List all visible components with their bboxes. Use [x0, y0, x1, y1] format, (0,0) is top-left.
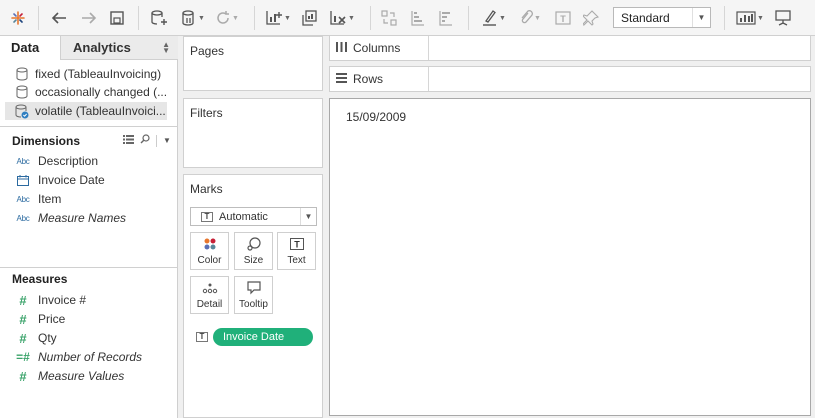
datasource-label: volatile (TableauInvoici... — [35, 104, 166, 118]
number-type-icon: # — [19, 330, 27, 346]
filters-card[interactable]: Filters — [183, 98, 323, 168]
tab-data[interactable]: Data — [0, 36, 61, 60]
detail-button[interactable]: Detail — [190, 276, 229, 314]
pages-title: Pages — [190, 44, 225, 58]
detail-icon — [202, 279, 218, 297]
database-active-icon — [15, 104, 29, 118]
database-icon — [16, 67, 28, 81]
dimensions-title: Dimensions — [12, 134, 81, 148]
undo-icon[interactable] — [48, 6, 70, 30]
text-mark-icon: T — [201, 211, 213, 222]
chevron-down-icon[interactable]: ▼ — [163, 136, 171, 145]
sort-ascending-icon[interactable] — [406, 6, 428, 30]
datasource-item-selected[interactable]: volatile (TableauInvoici... — [5, 102, 167, 120]
measure-field[interactable]: # Price — [14, 310, 65, 328]
dimension-field[interactable]: Invoice Date — [14, 171, 105, 189]
pages-card[interactable]: Pages — [183, 36, 323, 91]
redo-icon[interactable] — [78, 6, 100, 30]
swap-icon[interactable] — [378, 6, 400, 30]
show-labels-icon[interactable]: T — [552, 6, 574, 30]
rows-icon — [336, 72, 347, 86]
list-view-icon[interactable] — [123, 134, 134, 147]
data-pane: Data Analytics ▲ ▼ fixed (TableauInvoicin… — [0, 36, 178, 418]
measure-field[interactable]: # Measure Values — [14, 367, 124, 385]
measure-field[interactable]: # Invoice # — [14, 291, 86, 309]
mark-type-select[interactable]: T Automatic ▼ — [190, 207, 317, 226]
svg-text:T: T — [294, 240, 300, 250]
invoice-date-pill[interactable]: Invoice Date — [213, 327, 313, 346]
calendar-icon — [14, 174, 32, 186]
save-icon[interactable] — [107, 6, 127, 30]
duplicate-sheet-icon[interactable] — [298, 6, 320, 30]
datasource-label: occasionally changed (... — [35, 85, 167, 99]
new-datasource-icon[interactable] — [148, 6, 170, 30]
filters-title: Filters — [190, 106, 223, 120]
highlight-icon[interactable]: ▼ — [478, 6, 510, 30]
number-type-icon: # — [19, 368, 27, 384]
new-worksheet-icon[interactable]: ▼ — [262, 6, 294, 30]
marks-title: Marks — [190, 182, 223, 196]
measure-field[interactable]: # Qty — [14, 329, 56, 347]
number-type-icon: # — [19, 311, 27, 327]
color-button[interactable]: Color — [190, 232, 229, 270]
text-icon: T — [289, 235, 304, 253]
size-icon — [246, 235, 262, 253]
marks-field-row: T Invoice Date — [196, 327, 313, 346]
string-type-icon: Abc — [16, 156, 30, 166]
rows-label: Rows — [353, 72, 384, 86]
chevron-updown-icon: ▲ ▼ — [162, 40, 170, 55]
columns-shelf[interactable]: Columns — [329, 35, 811, 61]
size-button[interactable]: Size — [234, 232, 273, 270]
chevron-down-icon: ▼ — [300, 208, 316, 225]
tooltip-button[interactable]: Tooltip — [234, 276, 273, 314]
chevron-down-icon: ▼ — [692, 8, 710, 27]
measures-title: Measures — [12, 272, 68, 286]
dimension-field[interactable]: Abc Item — [14, 190, 62, 208]
columns-label: Columns — [353, 41, 401, 55]
tab-analytics-label: Analytics — [73, 40, 131, 55]
sort-descending-icon[interactable] — [434, 6, 456, 30]
measure-field[interactable]: =# Number of Records — [14, 348, 142, 366]
datasource-item[interactable]: occasionally changed (... — [5, 83, 167, 101]
columns-icon — [336, 41, 347, 55]
fix-axes-icon[interactable] — [580, 6, 602, 30]
fit-mode-value: Standard — [621, 10, 670, 25]
refresh-icon[interactable]: ▼ — [214, 6, 240, 30]
toolbar: ▼ ▼ ▼ ▼ ▼ ▼ T Standard ▼ ▼ — [0, 0, 815, 36]
mark-type-value: Automatic — [219, 210, 268, 223]
dimension-field[interactable]: Abc Description — [14, 152, 98, 170]
tableau-logo-icon[interactable] — [8, 6, 28, 30]
datasource-label: fixed (TableauInvoicing) — [35, 67, 162, 81]
pane-tabs: Data Analytics ▲ ▼ — [0, 36, 178, 60]
search-icon[interactable] — [140, 134, 150, 147]
worksheet-view[interactable]: 15/09/2009 — [329, 98, 811, 416]
pause-updates-icon[interactable]: ▼ — [178, 6, 208, 30]
string-type-icon: Abc — [16, 213, 30, 223]
show-me-icon[interactable]: ▼ — [734, 6, 766, 30]
view-mark-text[interactable]: 15/09/2009 — [346, 110, 406, 124]
svg-text:T: T — [560, 14, 566, 24]
rows-shelf[interactable]: Rows — [329, 66, 811, 92]
datasource-item[interactable]: fixed (TableauInvoicing) — [5, 65, 167, 83]
text-mark-icon: T — [196, 331, 208, 342]
text-button[interactable]: T Text — [277, 232, 316, 270]
string-type-icon: Abc — [16, 194, 30, 204]
presentation-icon[interactable] — [772, 6, 794, 30]
fit-mode-select[interactable]: Standard ▼ — [613, 7, 711, 28]
group-icon[interactable]: ▼ — [514, 6, 546, 30]
color-icon — [203, 235, 217, 253]
database-icon — [16, 85, 28, 99]
tooltip-icon — [246, 279, 261, 297]
dimension-field[interactable]: Abc Measure Names — [14, 209, 126, 227]
clear-sheet-icon[interactable]: ▼ — [326, 6, 358, 30]
number-type-icon: # — [19, 292, 27, 308]
tab-analytics[interactable]: Analytics ▲ ▼ — [61, 36, 178, 60]
calculated-number-icon: =# — [16, 350, 30, 364]
